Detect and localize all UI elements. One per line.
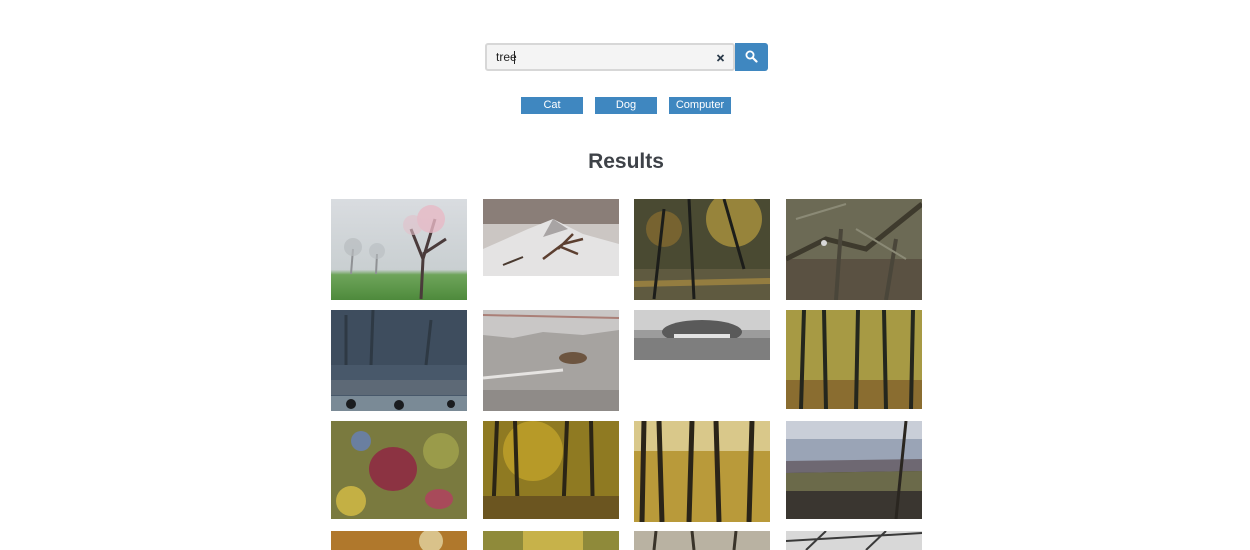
result-image[interactable] [786,421,922,519]
valley-landscape-image [786,421,922,519]
yellow-canopy-image [483,531,619,550]
result-image[interactable] [634,310,770,360]
result-image[interactable] [786,531,922,550]
result-image[interactable] [331,310,467,411]
result-image[interactable] [483,421,619,519]
autumn-tree-image [331,531,467,550]
text-cursor [514,51,515,64]
result-image[interactable] [634,421,770,522]
winter-branches-image [786,531,922,550]
close-icon [716,54,725,62]
mossy-forest-branches-image [786,199,922,300]
result-image[interactable] [786,199,922,300]
autumn-leaves-ground-image [331,421,467,519]
tag-button-computer[interactable]: Computer [669,97,731,114]
search-input[interactable] [496,45,706,69]
snowy-mountain-shrub-image [483,199,619,276]
bare-forest-image [634,531,770,550]
frozen-pond-duck-image [483,310,619,411]
search-button[interactable] [735,43,768,71]
result-image[interactable] [483,310,619,411]
autumn-river-trees-image [634,199,770,300]
misty-blossom-tree-image [331,199,467,300]
result-image[interactable] [634,199,770,300]
search-input-box[interactable] [485,43,735,71]
golden-forest-image [483,421,619,519]
search-bar [485,43,768,71]
search-icon [745,50,758,63]
result-image[interactable] [634,531,770,550]
winter-island-trees-image [634,310,770,360]
yellow-forest-trunks-image [786,310,922,409]
result-image[interactable] [483,199,619,276]
results-heading: Results [588,150,664,173]
tag-button-dog[interactable]: Dog [595,97,657,114]
result-image[interactable] [331,421,467,519]
result-image[interactable] [483,531,619,550]
dusky-lake-forest-image [331,310,467,411]
result-image[interactable] [331,531,467,550]
clear-search-button[interactable] [715,51,727,65]
tag-button-cat[interactable]: Cat [521,97,583,114]
result-image[interactable] [786,310,922,409]
tall-autumn-trunks-image [634,421,770,522]
result-image[interactable] [331,199,467,300]
